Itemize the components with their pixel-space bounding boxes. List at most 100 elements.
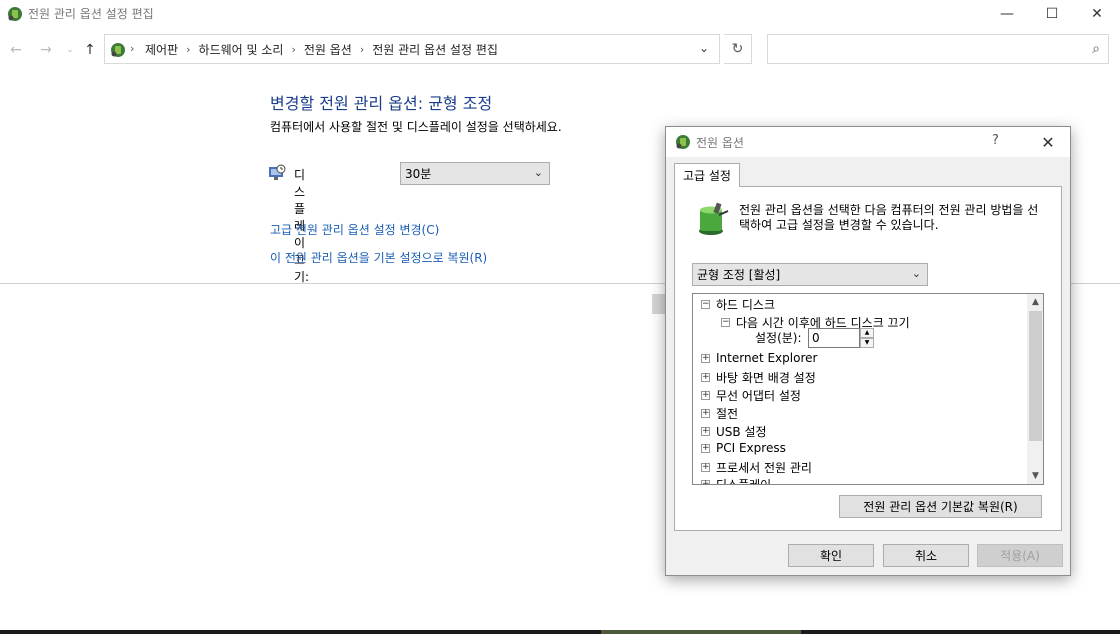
control-panel-icon	[111, 43, 125, 57]
tree-node-pci-express[interactable]: + PCI Express	[701, 441, 786, 455]
expand-icon[interactable]: +	[701, 373, 710, 382]
setting-minutes-label: 설정(분):	[755, 331, 802, 345]
advanced-settings-link[interactable]: 고급 전원 관리 옵션 설정 변경(C)	[270, 221, 439, 238]
scrollbar-thumb[interactable]	[1029, 311, 1042, 441]
up-arrow-icon: ↑	[84, 42, 96, 58]
chevron-down-icon: ⌄	[911, 267, 921, 280]
tree-node-label: 무선 어댑터 설정	[716, 389, 801, 403]
dialog-close-button[interactable]: ✕	[1032, 130, 1064, 154]
tree-node-label: 절전	[716, 407, 739, 421]
scroll-up-icon[interactable]: ▲	[1027, 294, 1043, 310]
tab-advanced-settings[interactable]: 고급 설정	[674, 163, 740, 187]
back-button[interactable]: ←	[6, 40, 26, 60]
tree-node-sleep[interactable]: + 절전	[701, 405, 738, 422]
expand-icon[interactable]: +	[701, 427, 710, 436]
page-title: 변경할 전원 관리 옵션: 균형 조정	[270, 94, 493, 113]
power-plan-value: 균형 조정 [활성]	[697, 268, 781, 282]
window-titlebar: 전원 관리 옵션 설정 편집 — ☐ ✕	[0, 0, 1120, 28]
battery-plug-icon	[699, 202, 729, 235]
tree-node-label: 하드 디스크	[716, 298, 776, 312]
breadcrumb-separator: ›	[186, 43, 191, 56]
minutes-input[interactable]: 0	[808, 328, 860, 348]
close-icon: ✕	[1091, 6, 1103, 22]
breadcrumb-separator: ›	[291, 43, 296, 56]
monitor-clock-icon	[269, 164, 286, 180]
up-button[interactable]: ↑	[80, 40, 100, 60]
dialog-titlebar: 전원 옵션 ? ✕	[666, 127, 1070, 157]
close-button[interactable]: ✕	[1074, 0, 1120, 28]
breadcrumb-item[interactable]: 제어판	[145, 41, 178, 58]
tree-node-processor-power[interactable]: + 프로세서 전원 관리	[701, 459, 812, 476]
navigation-bar: ← → ⌄ ↑ › 제어판 › 하드웨어 및 소리 › 전원 옵션 › 전원 관…	[0, 34, 1120, 64]
display-off-value: 30분	[405, 167, 432, 181]
expand-icon[interactable]: +	[701, 443, 710, 453]
restore-defaults-link[interactable]: 이 전원 관리 옵션을 기본 설정으로 복원(R)	[270, 249, 487, 266]
taskbar-thumbnail	[601, 630, 801, 634]
breadcrumb-separator: ›	[130, 42, 135, 55]
advanced-settings-panel: 전원 관리 옵션을 선택한 다음 컴퓨터의 전원 관리 방법을 선택하여 고급 …	[674, 186, 1062, 531]
chevron-down-icon: ⌄	[533, 166, 543, 179]
maximize-icon: ☐	[1045, 6, 1059, 22]
chevron-down-icon: ⌄	[66, 45, 74, 55]
tree-node-desktop-background[interactable]: + 바탕 화면 배경 설정	[701, 369, 816, 386]
tree-node-internet-explorer[interactable]: + Internet Explorer	[701, 351, 817, 365]
tree-scrollbar[interactable]: ▲ ▼	[1027, 294, 1043, 484]
expand-icon[interactable]: +	[701, 463, 710, 472]
forward-arrow-icon: →	[40, 42, 52, 58]
address-bar[interactable]: › 제어판 › 하드웨어 및 소리 › 전원 옵션 › 전원 관리 옵션 설정 …	[104, 34, 720, 64]
power-plan-select[interactable]: 균형 조정 [활성] ⌄	[692, 263, 928, 286]
cancel-button[interactable]: 취소	[883, 544, 969, 567]
tree-node-label: PCI Express	[716, 441, 786, 455]
expand-icon[interactable]: +	[701, 353, 710, 363]
ok-button[interactable]: 확인	[788, 544, 874, 567]
taskbar	[0, 630, 1120, 634]
collapse-icon[interactable]: −	[701, 300, 710, 309]
collapse-icon[interactable]: −	[721, 318, 730, 327]
minimize-button[interactable]: —	[984, 0, 1030, 28]
breadcrumb-item[interactable]: 전원 옵션	[304, 41, 352, 58]
obscured-button	[652, 294, 666, 314]
refresh-icon: ↻	[731, 41, 744, 57]
address-dropdown-icon[interactable]: ⌄	[699, 41, 709, 55]
tree-node-usb[interactable]: + USB 설정	[701, 423, 767, 440]
dialog-description: 전원 관리 옵션을 선택한 다음 컴퓨터의 전원 관리 방법을 선택하여 고급 …	[739, 203, 1039, 232]
stepper-up-icon[interactable]: ▲	[860, 328, 874, 338]
forward-button[interactable]: →	[36, 40, 56, 60]
dialog-title: 전원 옵션	[696, 136, 744, 150]
close-icon: ✕	[1041, 132, 1055, 152]
tree-node-display[interactable]: + 디스플레이	[701, 476, 771, 484]
power-options-app-icon	[676, 135, 690, 149]
power-options-app-icon	[8, 7, 22, 21]
display-off-select[interactable]: 30분 ⌄	[400, 162, 550, 185]
tree-node-label: USB 설정	[716, 425, 767, 439]
tree-node-label: 바탕 화면 배경 설정	[716, 371, 816, 385]
recent-locations-button[interactable]: ⌄	[60, 40, 80, 60]
expand-icon[interactable]: +	[701, 409, 710, 418]
minutes-stepper[interactable]: 0 ▲ ▼	[808, 328, 874, 348]
divider	[1070, 283, 1120, 284]
maximize-button[interactable]: ☐	[1029, 0, 1075, 28]
stepper-down-icon[interactable]: ▼	[860, 338, 874, 348]
tree-node-label: Internet Explorer	[716, 351, 818, 365]
restore-plan-defaults-button[interactable]: 전원 관리 옵션 기본값 복원(R)	[839, 495, 1042, 518]
scroll-down-icon[interactable]: ▼	[1027, 468, 1043, 484]
minimize-icon: —	[1000, 6, 1014, 22]
expand-icon[interactable]: +	[701, 391, 710, 400]
settings-tree[interactable]: − 하드 디스크 − 다음 시간 이후에 하드 디스크 끄기 설정(분): 0 …	[692, 293, 1044, 485]
refresh-button[interactable]: ↻	[724, 34, 752, 64]
search-input[interactable]: ⌕	[767, 34, 1109, 64]
breadcrumb: 제어판 › 하드웨어 및 소리 › 전원 옵션 › 전원 관리 옵션 설정 편집	[145, 41, 498, 58]
tree-node-wireless-adapter[interactable]: + 무선 어댑터 설정	[701, 387, 801, 404]
breadcrumb-item[interactable]: 하드웨어 및 소리	[199, 41, 284, 58]
power-options-dialog: 전원 옵션 ? ✕ 고급 설정 전원 관리 옵션을 선택한 다음 컴퓨터의 전원…	[665, 126, 1071, 576]
expand-icon[interactable]: +	[701, 480, 710, 484]
breadcrumb-separator: ›	[359, 43, 365, 56]
divider	[0, 283, 666, 284]
window-title: 전원 관리 옵션 설정 편집	[28, 7, 154, 21]
tree-node-hard-disk[interactable]: − 하드 디스크	[701, 296, 775, 313]
apply-button[interactable]: 적용(A)	[977, 544, 1063, 567]
help-button[interactable]: ?	[992, 133, 999, 148]
breadcrumb-item[interactable]: 전원 관리 옵션 설정 편집	[372, 41, 498, 58]
search-icon: ⌕	[1092, 41, 1100, 57]
tree-node-label: 프로세서 전원 관리	[716, 461, 812, 475]
